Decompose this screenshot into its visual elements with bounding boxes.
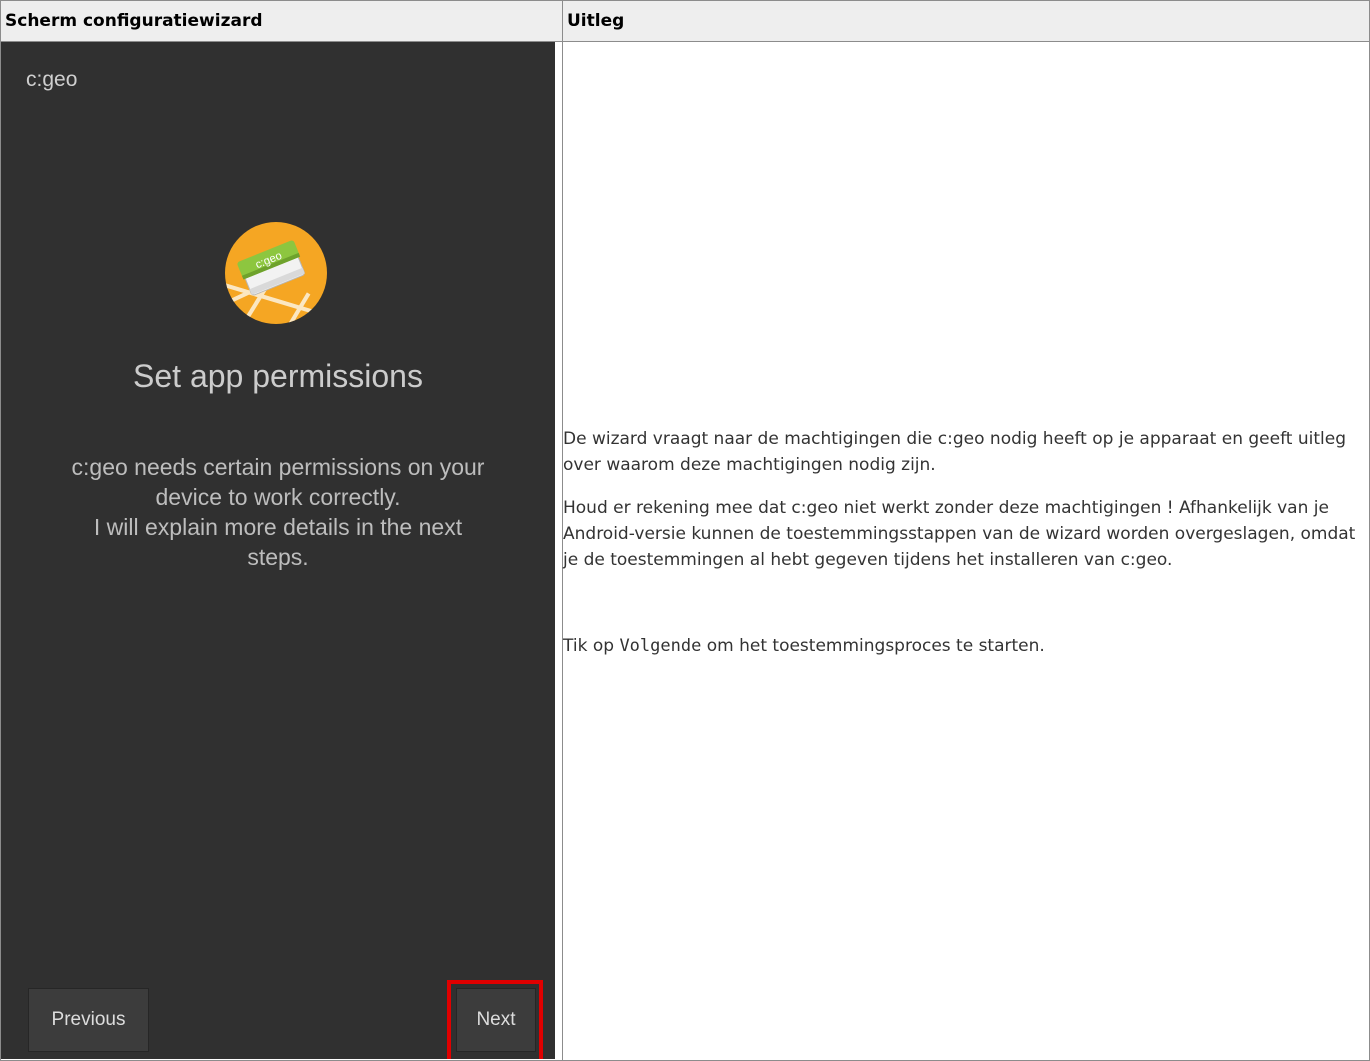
explanation-paragraph-1: De wizard vraagt naar de machtigingen di… — [563, 429, 1346, 475]
wizard-title: Set app permissions — [133, 358, 423, 394]
description-line: device to work correctly. — [155, 484, 401, 510]
cgeo-logo-icon: c:geo — [225, 222, 327, 324]
next-button-reference: Volgende — [619, 636, 702, 656]
description-line: I will explain more details in the next — [93, 514, 463, 540]
screenshot-cell: c:geo c:geo Set app permissions c:geo ne… — [0, 41, 563, 1061]
wizard-description: c:geo needs certain permissions on your … — [21, 452, 535, 572]
previous-button[interactable]: Previous — [28, 988, 149, 1052]
column-header-explanation: Uitleg — [562, 0, 1370, 42]
explanation-cell: De wizard vraagt naar de machtigingen di… — [562, 41, 1370, 1061]
explanation-paragraph-2: Houd er rekening mee dat c:geo niet werk… — [563, 498, 1356, 570]
wizard-screenshot: c:geo c:geo Set app permissions c:geo ne… — [1, 42, 555, 1059]
table-row: c:geo c:geo Set app permissions c:geo ne… — [0, 41, 1370, 1061]
wizard-table: Scherm configuratiewizard Uitleg c:geo c… — [0, 0, 1370, 1061]
column-header-screen: Scherm configuratiewizard — [0, 0, 563, 42]
next-button[interactable]: Next — [456, 988, 536, 1052]
description-line: steps. — [247, 544, 309, 570]
tip-prefix: Tik op — [563, 636, 620, 656]
explanation-tip: Tik op Volgende om het toestemmingsproce… — [563, 633, 1369, 659]
table-header-row: Scherm configuratiewizard Uitleg — [0, 0, 1370, 42]
description-line: c:geo needs certain permissions on your — [71, 454, 485, 480]
app-name: c:geo — [26, 68, 78, 91]
tip-suffix: om het toestemmingsproces te starten. — [701, 636, 1045, 656]
